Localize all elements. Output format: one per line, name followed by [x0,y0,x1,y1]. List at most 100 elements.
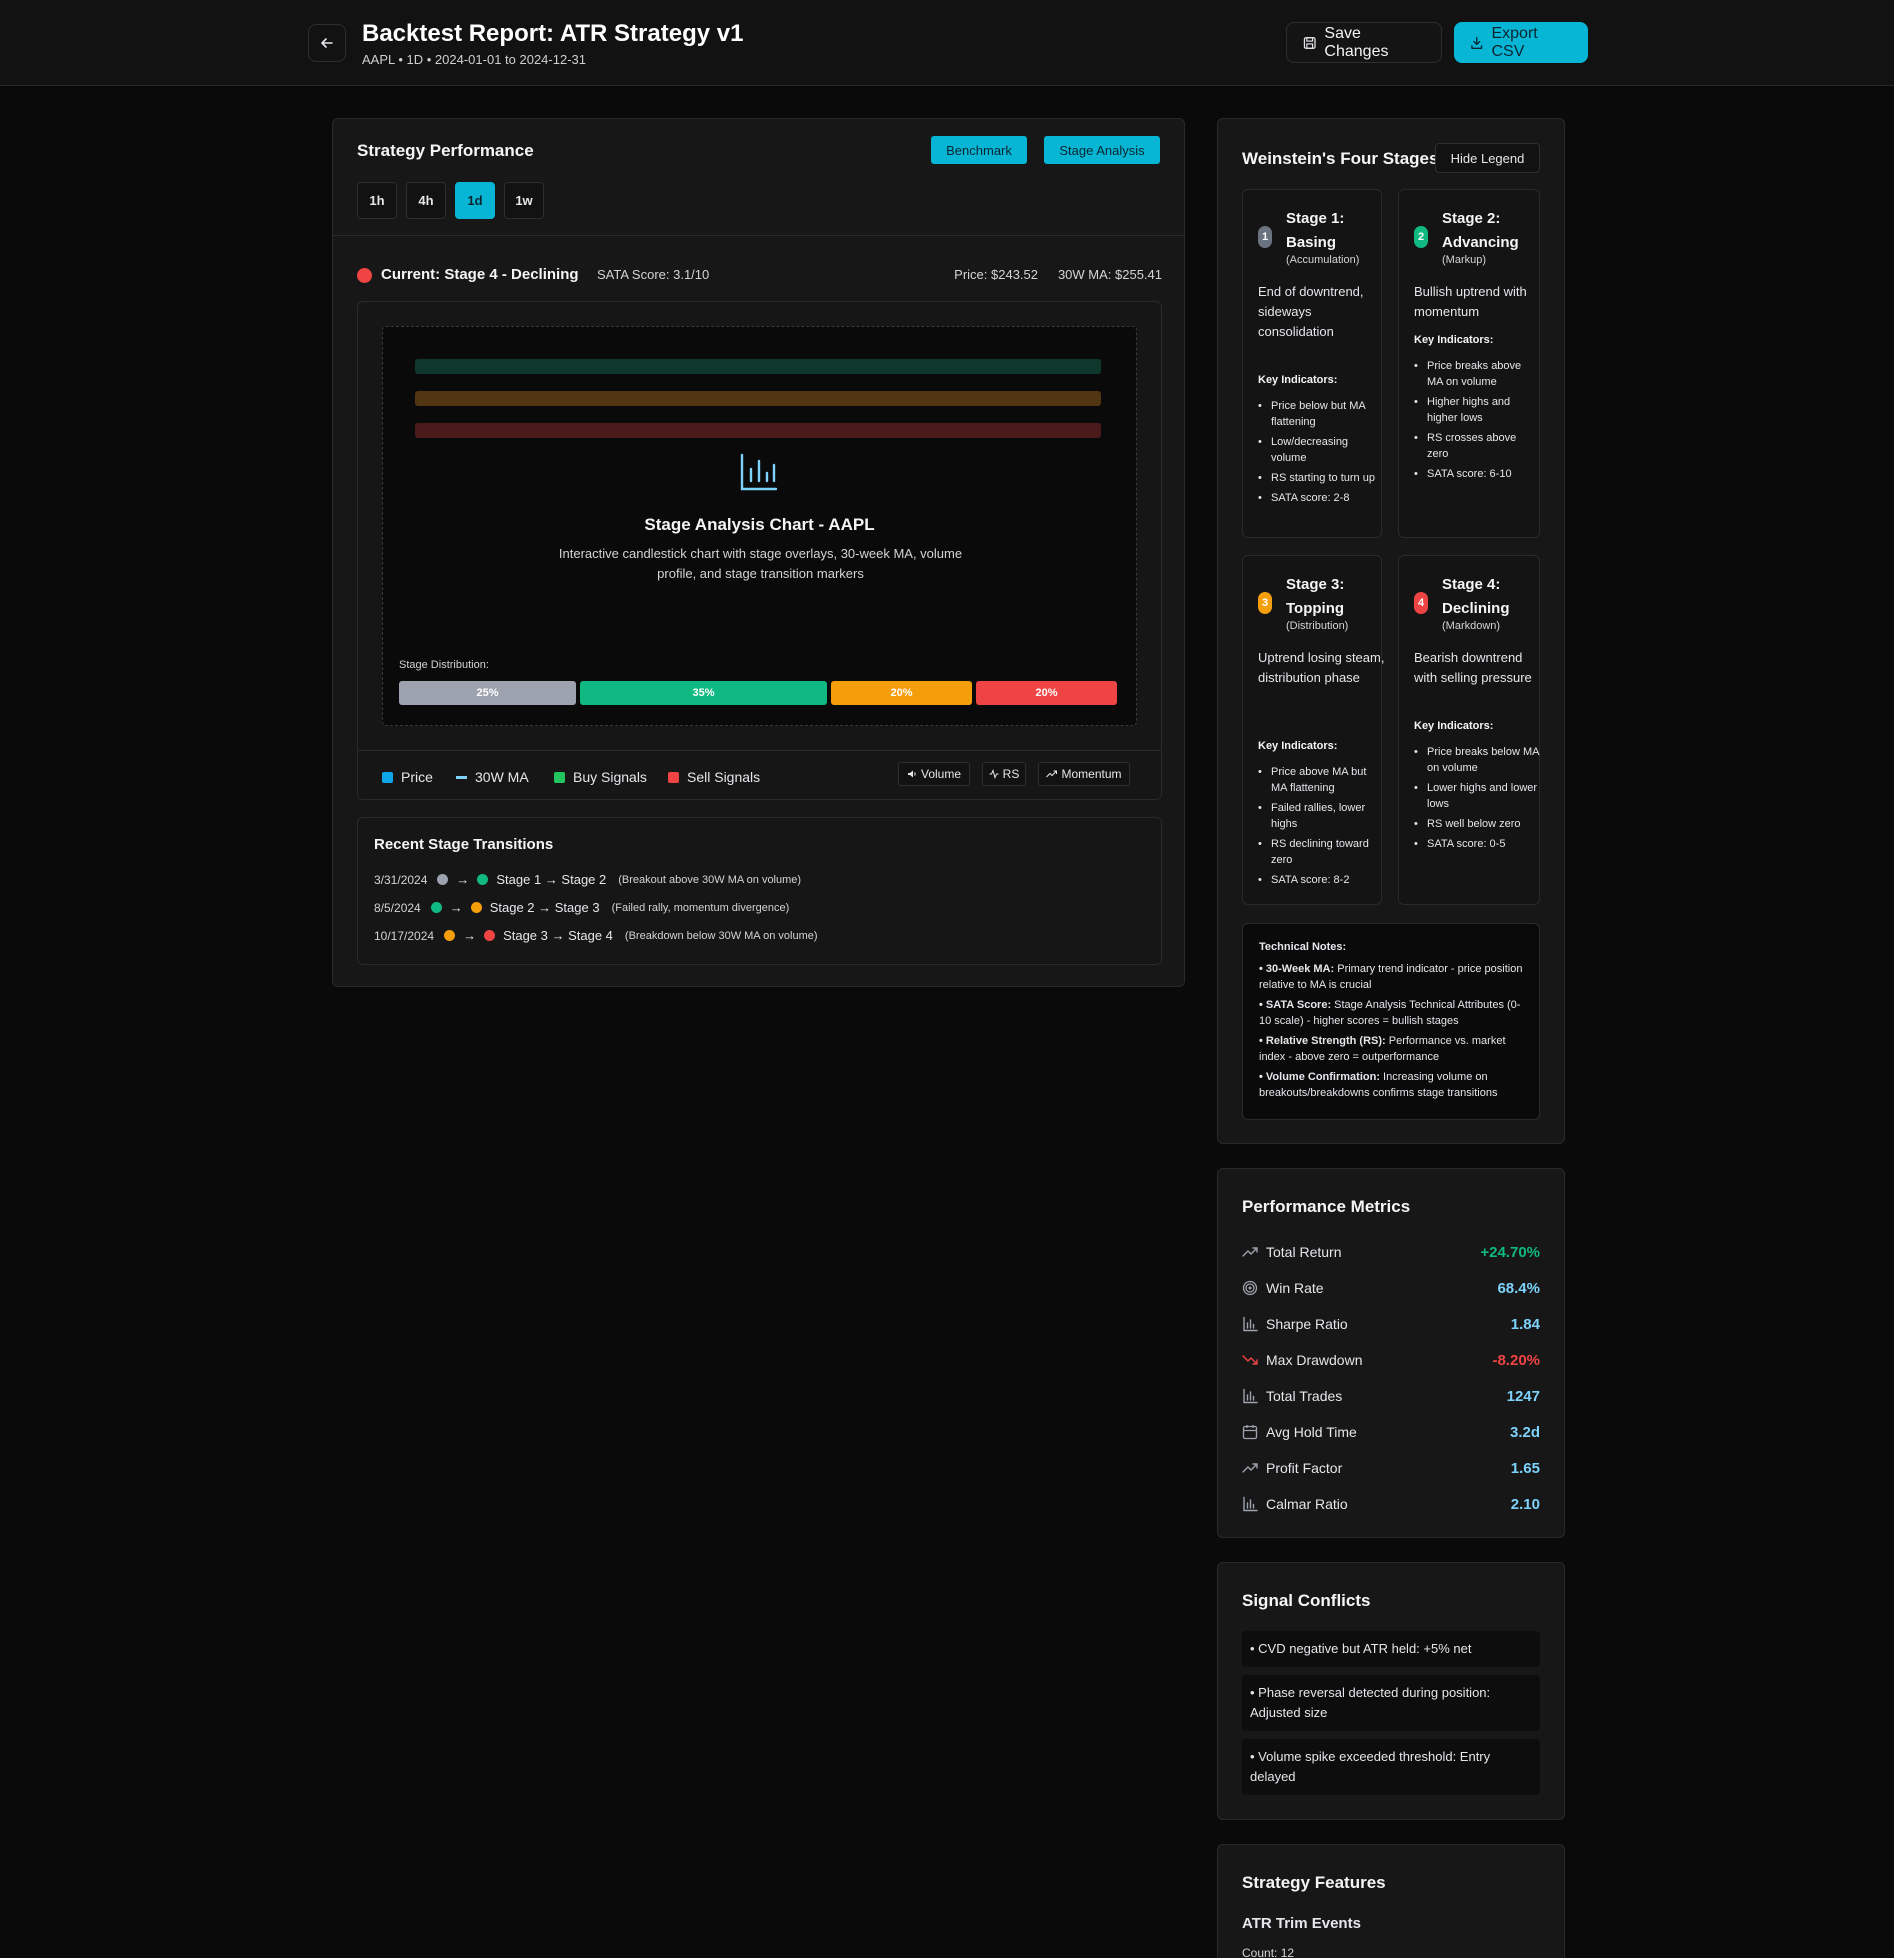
stage-distribution-bar: 35% [580,681,827,705]
indicator-item: RS declining toward zero [1258,836,1383,868]
stages-title: Weinstein's Four Stages [1242,149,1439,168]
metric-row: Win Rate 68.4% [1242,1278,1540,1298]
transition-row: 8/5/2024 → Stage 2 → Stage 3 (Failed ral… [374,900,789,915]
metric-value: 1.65 [1510,1459,1540,1477]
trending-down-icon [1242,1355,1258,1365]
current-price: Price: $243.52 [954,267,1038,282]
weinstein-stages-card: Weinstein's Four Stages Hide Legend 1 St… [1217,118,1565,1144]
volume-toggle[interactable]: Volume [898,762,970,786]
stage-2-title: Stage 2: Advancing [1442,210,1519,251]
note-item: • SATA Score: Stage Analysis Technical A… [1259,997,1523,1029]
download-icon [1471,36,1483,49]
stage-analysis-button[interactable]: Stage Analysis [1044,136,1160,164]
atr-trim-events-title: ATR Trim Events [1242,1915,1361,1932]
stage-2-description: Bullish uptrend with momentum [1414,284,1527,319]
metric-label: Sharpe Ratio [1266,1316,1348,1332]
transition-date: 3/31/2024 [374,872,428,887]
transition-row: 10/17/2024 → Stage 3 → Stage 4 (Breakdow… [374,928,818,943]
indicator-item: Price above MA but MA flattening [1258,764,1383,796]
rs-toggle[interactable]: RS [982,762,1026,786]
trending-up-icon [1242,1463,1258,1473]
metric-label: Total Return [1266,1244,1342,1260]
indicator-item: Failed rallies, lower highs [1258,800,1383,832]
note-term: • 30-Week MA: [1259,963,1335,975]
momentum-toggle[interactable]: Momentum [1038,762,1130,786]
sata-score: SATA Score: 3.1/10 [597,267,710,282]
indicator-item: SATA score: 0-5 [1414,836,1539,852]
legend-price: Price [382,769,433,785]
legend-price-swatch [382,771,393,783]
export-csv-button[interactable]: Export CSV [1454,22,1588,63]
stage-1-dot [437,874,449,885]
timeframe-1h[interactable]: 1h [357,182,397,219]
transition-date: 10/17/2024 [374,928,435,943]
chart-description: Interactive candlestick chart with stage… [558,546,963,581]
timeframe-1w[interactable]: 1w [504,182,544,219]
stage-2-dot [477,874,489,885]
stage-distribution-bar: 20% [831,681,972,705]
arrow-right-icon: → [463,928,477,943]
target-icon [1242,1280,1258,1296]
legend-buy-swatch [554,771,565,783]
stage-distribution-bar: 25% [399,681,576,705]
metric-value: 3.2d [1509,1423,1540,1441]
indicator-item: SATA score: 6-10 [1414,466,1539,482]
stage-2-key-indicators-label: Key Indicators: [1414,334,1494,346]
page-title: Backtest Report: ATR Strategy v1 [362,20,744,47]
timeframe-1d[interactable]: 1d [455,182,495,219]
rs-toggle-label: RS [1002,767,1020,781]
hide-legend-button[interactable]: Hide Legend [1435,143,1540,173]
legend-sell: Sell Signals [668,769,760,785]
indicator-item: Low/decreasing volume [1258,434,1383,466]
chart-legend: Price 30W MA Buy Signals Sell Signals Vo… [358,750,1161,800]
stage-2-box: 2 Stage 2: Advancing (Markup) Bullish up… [1398,189,1540,538]
metrics-title: Performance Metrics [1242,1197,1411,1216]
transition-row: 3/31/2024 → Stage 1 → Stage 2 (Breakout … [374,872,801,887]
stage-3-dot [444,930,456,941]
chart-title: Stage Analysis Chart - AAPL [644,515,875,534]
stage-3-subtitle: (Distribution) [1286,620,1349,632]
metric-value: -8.20% [1492,1351,1540,1369]
stage-4-title: Stage 4: Declining [1442,576,1510,617]
stage-2-dot [430,902,442,913]
indicator-item: Lower highs and lower lows [1414,780,1539,812]
arrow-right-icon: → [449,900,463,915]
indicator-item: Price below but MA flattening [1258,398,1383,430]
metric-row: Sharpe Ratio 1.84 [1242,1314,1540,1334]
strategy-features-card: Strategy Features ATR Trim Events Count:… [1217,1844,1565,1958]
strategy-performance-card: Strategy Performance Benchmark Stage Ana… [332,118,1185,987]
legend-sell-label: Sell Signals [687,769,761,785]
indicator-item: RS starting to turn up [1258,470,1383,486]
conflicts-title: Signal Conflicts [1242,1591,1371,1610]
performance-metrics-card: Performance Metrics Total Return +24.70% W… [1217,1168,1565,1538]
legend-buy: Buy Signals [554,769,647,785]
features-title: Strategy Features [1242,1873,1386,1892]
indicator-item: SATA score: 2-8 [1258,490,1383,506]
legend-ma: 30W MA [456,769,529,785]
indicator-item: Higher highs and higher lows [1414,394,1539,426]
note-item: • Relative Strength (RS): Performance vs… [1259,1033,1523,1065]
metric-label: Win Rate [1266,1280,1324,1296]
export-csv-label: Export CSV [1491,24,1538,60]
note-term: • Volume Confirmation: [1259,1071,1380,1083]
recent-stage-transitions: Recent Stage Transitions 3/31/2024 → Sta… [357,817,1162,965]
page-subtitle: AAPL • 1D • 2024-01-01 to 2024-12-31 [362,52,586,67]
stage-overlay-band-orange [415,391,1101,406]
stage-4-badge: 4 [1414,592,1428,614]
save-changes-label: Save Changes [1324,24,1389,60]
stage-1-indicators: Price below but MA flattening Low/decrea… [1258,398,1383,510]
back-button[interactable] [308,24,346,62]
timeframe-4h[interactable]: 4h [406,182,446,219]
legend-price-label: Price [401,769,433,785]
stage-1-subtitle: (Accumulation) [1286,254,1360,266]
arrow-left-icon [321,38,333,48]
metric-row: Avg Hold Time 3.2d [1242,1422,1540,1442]
metric-row: Profit Factor 1.65 [1242,1458,1540,1478]
metric-value: 1.84 [1510,1315,1540,1333]
metric-row: Total Return +24.70% [1242,1242,1540,1262]
stage-overlay-band-green [415,359,1101,374]
metric-label: Total Trades [1266,1388,1343,1404]
note-item: • 30-Week MA: Primary trend indicator - … [1259,961,1523,993]
save-changes-button[interactable]: Save Changes [1286,22,1442,63]
benchmark-button[interactable]: Benchmark [931,136,1027,164]
